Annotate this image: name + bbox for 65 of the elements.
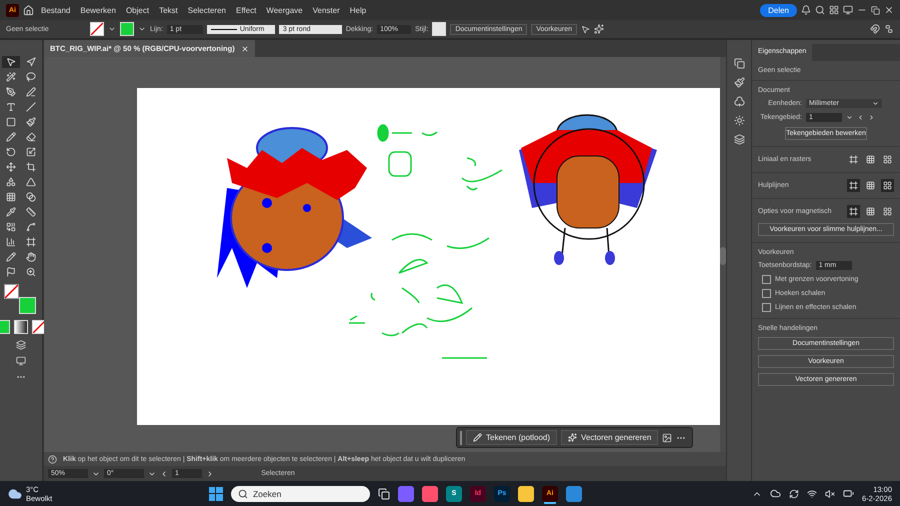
properties-panel-icon[interactable] xyxy=(734,58,744,69)
search-icon[interactable] xyxy=(815,5,825,15)
restore-icon[interactable] xyxy=(871,6,880,14)
task-view-icon[interactable] xyxy=(378,488,390,500)
battery-icon[interactable] xyxy=(842,488,854,499)
sparkle-icon xyxy=(568,433,578,442)
stroke-color-swatch[interactable] xyxy=(4,284,19,299)
draw-pencil-button[interactable]: Tekenen (potlood) xyxy=(466,430,558,445)
search-icon xyxy=(238,488,248,498)
menu-item[interactable]: Object xyxy=(122,6,152,14)
menu-item[interactable]: Venster xyxy=(310,6,343,14)
pixel-grid-icon[interactable] xyxy=(881,153,894,166)
layers-panel-icon[interactable] xyxy=(734,134,744,145)
pixel-grid-icon[interactable] xyxy=(881,179,894,192)
image-settings-icon[interactable] xyxy=(662,432,672,442)
chevron-down-icon[interactable] xyxy=(846,114,853,121)
home-icon[interactable] xyxy=(23,4,34,16)
stroke-none-swatch[interactable] xyxy=(90,22,104,36)
menu-item[interactable]: Bestand xyxy=(38,6,74,14)
help-icon[interactable] xyxy=(48,454,57,464)
generate-vectors-button[interactable]: Vectoren genereren xyxy=(561,430,658,445)
close-icon[interactable] xyxy=(884,5,894,15)
menu-item[interactable]: Tekst xyxy=(156,6,181,14)
symbols-panel-icon[interactable] xyxy=(734,96,744,107)
menu-item[interactable]: Bewerken xyxy=(77,6,119,14)
grid-icon[interactable] xyxy=(864,179,877,192)
cloud-icon xyxy=(8,486,22,500)
previous-artboard-icon[interactable] xyxy=(160,470,168,478)
close-icon[interactable] xyxy=(240,44,249,52)
checkbox[interactable] xyxy=(762,275,771,284)
notification-bell-icon[interactable] xyxy=(801,5,811,15)
menu-item[interactable]: Weergave xyxy=(263,6,306,14)
cloud-icon[interactable] xyxy=(770,488,781,499)
sync-icon[interactable] xyxy=(788,488,799,498)
grid-icon[interactable] xyxy=(864,153,877,166)
gradient-mode-swatch[interactable] xyxy=(14,320,28,334)
sparkle-icon[interactable] xyxy=(594,24,604,34)
checkbox[interactable] xyxy=(762,289,771,298)
vertical-scrollbar[interactable] xyxy=(720,57,726,452)
menu-item[interactable]: Effect xyxy=(232,6,260,14)
next-artboard-icon[interactable] xyxy=(206,470,214,478)
share-button[interactable]: Delen xyxy=(760,4,797,16)
taskbar-search-field[interactable]: Zoeken xyxy=(230,486,370,502)
color-mode-swatch[interactable] xyxy=(0,320,10,334)
select-similar-icon[interactable] xyxy=(581,24,590,34)
menu-item[interactable]: Help xyxy=(346,6,370,14)
chevron-down-icon[interactable] xyxy=(108,25,116,33)
style-swatch[interactable] xyxy=(432,22,446,36)
previous-icon[interactable] xyxy=(857,114,864,121)
screen-mode-icon[interactable] xyxy=(16,356,26,366)
grid-icon[interactable] xyxy=(864,205,877,218)
start-icon[interactable] xyxy=(208,486,223,500)
chevron-down-icon xyxy=(872,100,879,107)
pixel-grid-icon[interactable] xyxy=(881,205,894,218)
fill-color-swatch[interactable] xyxy=(19,297,36,314)
muted-speaker-icon[interactable] xyxy=(824,488,835,498)
checkbox[interactable] xyxy=(762,303,771,312)
menu-item[interactable]: Selecteren xyxy=(184,6,229,14)
next-icon[interactable] xyxy=(868,114,875,121)
wifi-icon[interactable] xyxy=(806,488,817,498)
fill-swatch[interactable] xyxy=(120,22,134,36)
workspace-layout-icon[interactable] xyxy=(829,5,839,15)
brush-panel-icon[interactable] xyxy=(734,77,744,88)
pencil-icon xyxy=(473,433,482,442)
chevron-down-icon[interactable] xyxy=(138,25,146,33)
